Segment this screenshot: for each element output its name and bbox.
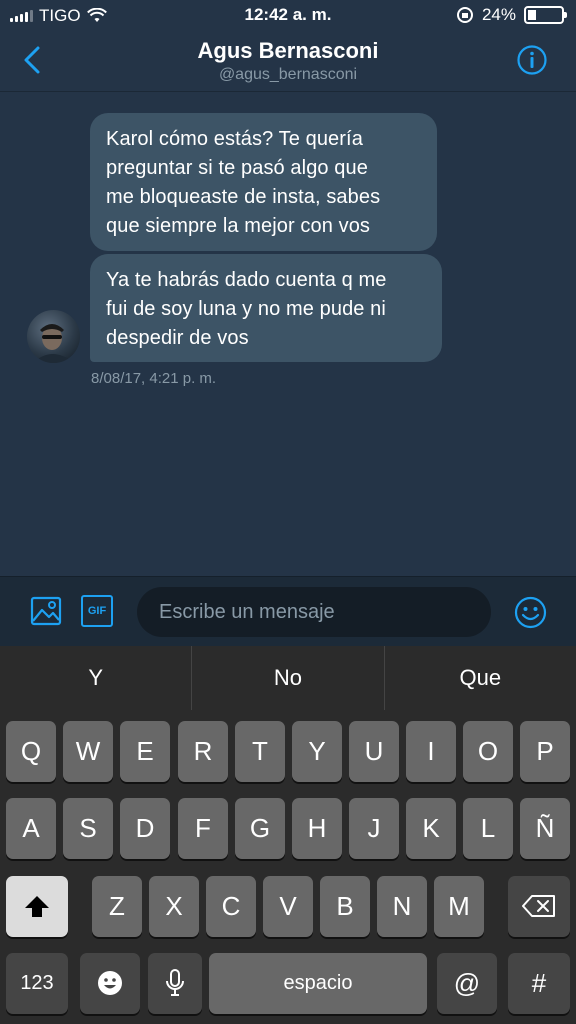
key-m[interactable]: M — [434, 876, 484, 937]
message-bubble[interactable]: Ya te habrás dado cuenta q me fui de soy… — [90, 254, 442, 362]
message-input[interactable]: Escribe un mensaje — [137, 587, 491, 637]
key-z[interactable]: Z — [92, 876, 142, 937]
key-r[interactable]: R — [178, 721, 228, 782]
predictive-bar: Y No Que — [0, 646, 576, 710]
key-h[interactable]: H — [292, 798, 342, 859]
battery-icon — [524, 6, 567, 24]
key-i[interactable]: I — [406, 721, 456, 782]
image-icon[interactable] — [30, 595, 62, 627]
key-t[interactable]: T — [235, 721, 285, 782]
message-line: que siempre la mejor con vos — [106, 215, 371, 237]
key-s[interactable]: S — [63, 798, 113, 859]
message-timestamp: 8/08/17, 4:21 p. m. — [91, 370, 217, 387]
backspace-key[interactable] — [508, 876, 570, 937]
rotation-lock-icon — [456, 7, 473, 23]
key-enye[interactable]: Ñ — [520, 798, 570, 859]
key-k[interactable]: K — [406, 798, 456, 859]
key-l[interactable]: L — [463, 798, 513, 859]
key-b[interactable]: B — [320, 876, 370, 937]
message-line: preguntar si te pasó algo que — [106, 157, 368, 179]
message-line: fui de soy luna y no me pude ni — [106, 298, 386, 320]
message-line: Karol cómo estás? Te quería — [106, 128, 363, 150]
message-line: Ya te habrás dado cuenta q me — [106, 269, 387, 291]
space-key[interactable]: espacio — [209, 953, 427, 1014]
at-key[interactable]: @ — [437, 953, 497, 1014]
key-v[interactable]: V — [263, 876, 313, 937]
prediction-suggestion[interactable]: Y — [0, 646, 191, 710]
key-a[interactable]: A — [6, 798, 56, 859]
key-u[interactable]: U — [349, 721, 399, 782]
shift-icon — [25, 896, 49, 917]
key-c[interactable]: C — [206, 876, 256, 937]
key-q[interactable]: Q — [6, 721, 56, 782]
conversation-handle: @agus_bernasconi — [218, 66, 358, 83]
emoji-icon — [98, 971, 122, 995]
backspace-icon — [522, 895, 555, 917]
status-right: 24% — [456, 5, 567, 25]
key-n[interactable]: N — [377, 876, 427, 937]
avatar[interactable] — [27, 310, 80, 363]
key-j[interactable]: J — [349, 798, 399, 859]
gif-icon[interactable]: GIF — [81, 595, 113, 627]
key-w[interactable]: W — [63, 721, 113, 782]
message-bubble[interactable]: Karol cómo estás? Te quería preguntar si… — [90, 113, 437, 251]
prediction-suggestion[interactable]: Que — [383, 646, 576, 710]
message-line: me bloqueaste de insta, sabes — [106, 186, 381, 208]
conversation-header: Agus Bernasconi @agus_bernasconi — [0, 30, 576, 92]
hash-key[interactable]: # — [508, 953, 570, 1014]
message-line: despedir de vos — [106, 327, 249, 349]
battery-fill — [528, 10, 536, 20]
keyboard: Q W E R T Y U I O P A S D F G H J K L Ñ … — [0, 710, 576, 1024]
microphone-key[interactable] — [148, 953, 202, 1014]
microphone-icon — [166, 969, 184, 996]
key-d[interactable]: D — [120, 798, 170, 859]
conversation-title: Agus Bernasconi — [197, 38, 379, 63]
prediction-suggestion[interactable]: No — [191, 646, 383, 710]
battery-percent: 24% — [481, 5, 516, 24]
status-bar: TIGO 12:42 a. m. 24% — [0, 0, 576, 30]
numbers-key[interactable]: 123 — [6, 953, 68, 1014]
key-x[interactable]: X — [149, 876, 199, 937]
key-p[interactable]: P — [520, 721, 570, 782]
key-f[interactable]: F — [178, 798, 228, 859]
emoji-icon[interactable] — [514, 596, 547, 629]
key-e[interactable]: E — [120, 721, 170, 782]
shift-key[interactable] — [6, 876, 68, 937]
compose-bar: GIF Escribe un mensaje — [0, 576, 576, 646]
key-g[interactable]: G — [235, 798, 285, 859]
key-o[interactable]: O — [463, 721, 513, 782]
emoji-key[interactable] — [80, 953, 140, 1014]
info-icon[interactable] — [516, 44, 548, 76]
avatar-photo — [33, 324, 74, 363]
key-y[interactable]: Y — [292, 721, 342, 782]
